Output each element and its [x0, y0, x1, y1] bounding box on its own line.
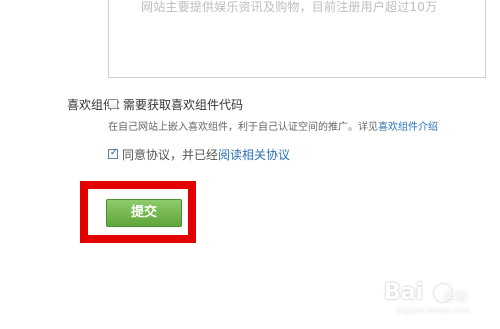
submit-button[interactable]: 提交 [106, 199, 182, 227]
description-textarea[interactable]: 网站主要提供娱乐资讯及购物，目前注册用户超过10万 [108, 0, 486, 78]
read-agreement-link[interactable]: 阅读相关协议 [218, 148, 290, 162]
widget-code-option-label[interactable]: 需要获取喜欢组件代码 [123, 96, 243, 113]
widget-hint: 在自己网站上嵌入喜欢组件，利于自己认证空间的推广。详见喜欢组件介绍 [108, 118, 438, 133]
widget-intro-link[interactable]: 喜欢组件介绍 [378, 122, 438, 133]
watermark-url: jingyan.baidu.com [396, 306, 470, 315]
description-text: 网站主要提供娱乐资讯及购物，目前注册用户超过10万 [141, 0, 438, 14]
agree-checkbox[interactable]: ✓ [108, 148, 118, 159]
watermark-sub: 经验 [444, 290, 469, 304]
widget-code-checkbox[interactable] [108, 99, 118, 109]
checkmark-icon: ✓ [110, 148, 118, 158]
agreement-text: 同意协议，并已经 [122, 148, 219, 162]
agreement-line: 同意协议，并已经阅读相关协议 [122, 146, 290, 163]
baidu-jingyan-watermark: Bai 经验 jingyan.baidu.com [384, 280, 494, 320]
widget-label: 喜欢组件： [67, 98, 128, 112]
widget-hint-text: 在自己网站上嵌入喜欢组件，利于自己认证空间的推广。详见 [108, 122, 378, 133]
watermark-brand: Bai [384, 280, 424, 305]
